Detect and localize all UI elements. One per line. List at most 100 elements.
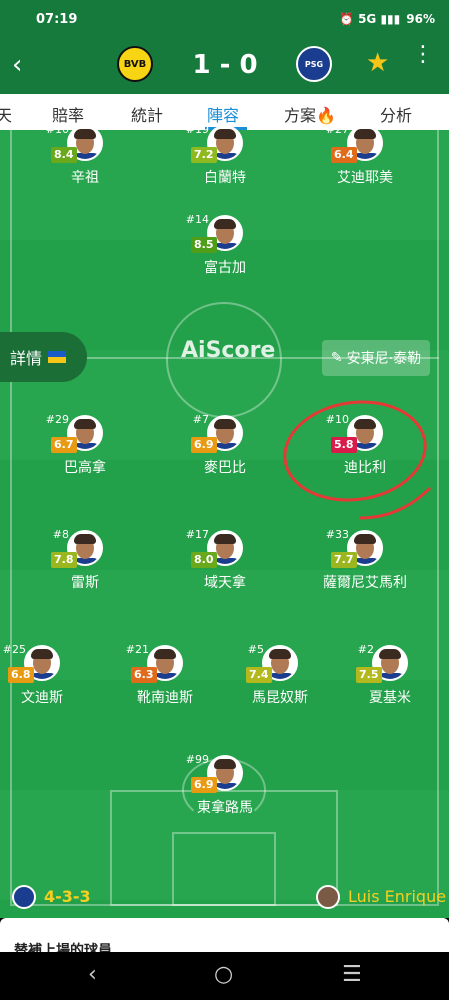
player-name: 艾迪耶美: [337, 170, 393, 186]
player-card[interactable]: #2 7.5 夏基米: [330, 643, 449, 715]
player-name: 夏基米: [369, 690, 411, 706]
battery-level: 96%: [406, 12, 435, 26]
player-card[interactable]: #29 6.7 巴高拿: [25, 413, 145, 485]
player-card[interactable]: #14 8.5 富古加: [165, 213, 285, 285]
aiscore-watermark: AiScore: [181, 338, 276, 363]
nav-recent-icon[interactable]: ☰: [342, 962, 362, 987]
coach-name[interactable]: Luis Enrique: [348, 887, 446, 906]
player-name: 文迪斯: [21, 690, 63, 706]
whistle-icon: ✎: [330, 350, 343, 366]
player-number: #5: [247, 643, 264, 656]
player-rating: 6.7: [51, 437, 77, 453]
details-button[interactable]: 詳情: [0, 332, 87, 382]
player-card[interactable]: #8 7.8 雷斯: [25, 528, 145, 600]
player-card[interactable]: #7 6.9 麥巴比: [165, 413, 285, 485]
player-hair: [379, 649, 401, 659]
player-hair: [31, 649, 53, 659]
player-rating: 7.4: [246, 667, 272, 683]
player-name: 辛祖: [71, 170, 99, 186]
player-rating: 7.2: [191, 147, 217, 163]
player-card[interactable]: #17 8.0 域天拿: [165, 528, 285, 600]
back-icon[interactable]: ‹: [12, 52, 22, 78]
player-rating: 8.0: [191, 552, 217, 568]
referee-name: 安東尼·泰勒: [346, 351, 422, 367]
player-card[interactable]: #21 6.3 靴南迪斯: [105, 643, 225, 715]
tab-lineup[interactable]: 陣容: [207, 102, 239, 126]
status-icons: ⏰ 5G ▮▮▮ 96%: [339, 12, 435, 26]
player-rating: 6.9: [191, 777, 217, 793]
player-hair: [269, 649, 291, 659]
tab-analysis[interactable]: 分析: [380, 102, 412, 126]
details-label: 詳情: [10, 349, 43, 368]
player-hair: [74, 129, 96, 139]
annotation-arrow: [359, 486, 432, 520]
player-card[interactable]: #99 6.9 東拿路馬: [165, 753, 285, 825]
nav-home-icon[interactable]: ○: [214, 962, 233, 987]
match-score: 1 - 0: [192, 50, 258, 80]
player-rating: 6.3: [131, 667, 157, 683]
player-card[interactable]: #33 7.7 薩爾尼艾馬利: [305, 528, 425, 600]
system-nav-bar: ‹ ○ ☰: [0, 952, 449, 1000]
home-team-logo[interactable]: BVB: [117, 46, 153, 82]
player-number: #10: [45, 123, 69, 136]
nav-back-icon[interactable]: ‹: [88, 962, 97, 987]
away-team-logo[interactable]: PSG: [296, 46, 332, 82]
player-hair: [214, 759, 236, 769]
match-header: ‹ BVB 1 - 0 PSG ★ ⋮: [0, 38, 449, 94]
formation-bar: 4-3-3 Luis Enrique: [0, 880, 449, 914]
signal-icon: ⏰ 5G ▮▮▮: [338, 12, 401, 26]
player-number: #21: [125, 643, 149, 656]
player-name: 富古加: [204, 260, 246, 276]
player-number: #7: [192, 413, 209, 426]
player-number: #2: [357, 643, 374, 656]
tab-partial[interactable]: 天: [0, 102, 12, 126]
player-rating: 7.7: [331, 552, 357, 568]
player-card[interactable]: #19 7.2 白蘭特: [165, 123, 285, 195]
player-hair: [214, 419, 236, 429]
player-hair: [214, 129, 236, 139]
player-card[interactable]: #27 6.4 艾迪耶美: [305, 123, 425, 195]
player-number: #17: [185, 528, 209, 541]
player-number: #14: [185, 213, 209, 226]
player-name: 薩爾尼艾馬利: [323, 575, 407, 591]
player-card[interactable]: #10 8.4 辛祖: [25, 123, 145, 195]
tab-plans-label: 方案: [284, 106, 317, 125]
coach-avatar: [316, 885, 340, 909]
player-rating: 7.8: [51, 552, 77, 568]
player-hair: [354, 129, 376, 139]
status-bar: 07:19 ⏰ 5G ▮▮▮ 96%: [0, 0, 449, 38]
player-name: 域天拿: [204, 575, 246, 591]
player-rating: 6.9: [191, 437, 217, 453]
player-name: 巴高拿: [64, 460, 106, 476]
referee-button[interactable]: ✎ 安東尼·泰勒: [322, 340, 430, 376]
tab-stats[interactable]: 統計: [131, 102, 163, 126]
player-number: #33: [325, 528, 349, 541]
player-card[interactable]: #5 7.4 馬昆奴斯: [220, 643, 340, 715]
player-name: 雷斯: [71, 575, 99, 591]
team-logo-small: [12, 885, 36, 909]
player-rating: 8.5: [191, 237, 217, 253]
player-hair: [214, 219, 236, 229]
player-hair: [74, 534, 96, 544]
player-rating: 7.5: [356, 667, 382, 683]
player-name: 馬昆奴斯: [252, 690, 308, 706]
player-hair: [154, 649, 176, 659]
player-hair: [214, 534, 236, 544]
player-rating: 6.4: [331, 147, 357, 163]
ukraine-flag-icon: [48, 351, 67, 363]
player-name: 麥巴比: [204, 460, 246, 476]
player-number: #99: [185, 753, 209, 766]
bench-card: 替補上場的球員: [0, 918, 449, 959]
status-time: 07:19: [36, 11, 78, 27]
player-rating: 6.8: [8, 667, 34, 683]
player-number: #8: [52, 528, 69, 541]
favorite-star-icon[interactable]: ★: [366, 48, 389, 78]
player-hair: [74, 419, 96, 429]
player-number: #27: [325, 123, 349, 136]
player-rating: 8.4: [51, 147, 77, 163]
player-number: #19: [185, 123, 209, 136]
more-menu-icon[interactable]: ⋮: [412, 44, 434, 66]
player-name: 東拿路馬: [197, 800, 253, 816]
player-card[interactable]: #25 6.8 文迪斯: [0, 643, 102, 715]
player-hair: [354, 534, 376, 544]
